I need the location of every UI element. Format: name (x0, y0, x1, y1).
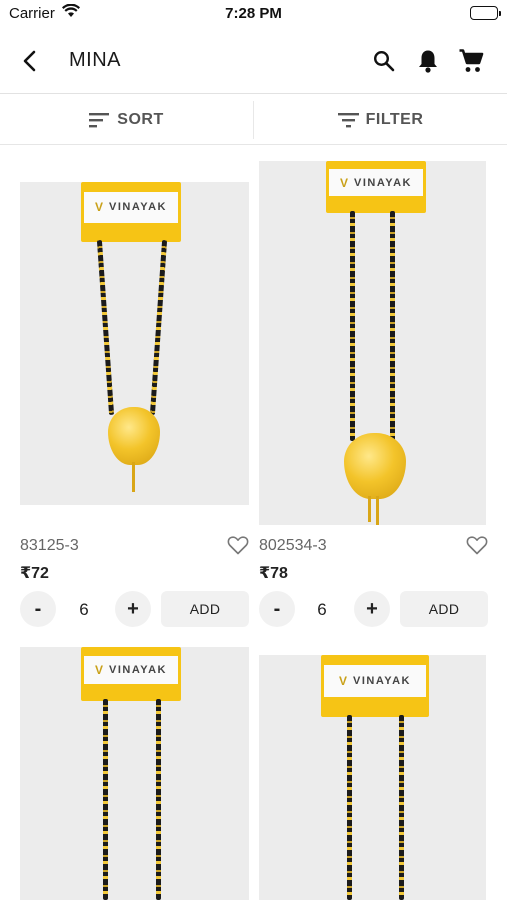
product-image[interactable]: V VINAYAK (259, 161, 486, 525)
brand-name: VINAYAK (353, 675, 411, 688)
chevron-left-icon (23, 50, 36, 72)
battery-icon (470, 6, 501, 20)
product-card[interactable]: V VINAYAK 802534-3 ₹78 - 6 + ADD (254, 145, 507, 635)
chain-right (156, 699, 161, 900)
cart-icon (459, 49, 484, 72)
product-image[interactable]: V VINAYAK (259, 655, 486, 900)
product-code: 83125-3 (20, 537, 79, 554)
filter-label: FILTER (365, 110, 424, 128)
cart-button[interactable] (457, 47, 485, 75)
back-button[interactable] (14, 46, 44, 76)
status-time: 7:28 PM (225, 5, 282, 22)
pendant (108, 407, 160, 465)
status-bar: Carrier 7:28 PM (0, 0, 507, 28)
pendant-drop (132, 462, 135, 492)
increase-qty-button[interactable]: + (354, 591, 390, 627)
brand-tag: V VINAYAK (81, 182, 181, 242)
brand-name: VINAYAK (109, 663, 167, 676)
chain-right (399, 715, 404, 900)
product-card[interactable]: V VINAYAK 83125-3 ₹72 - 6 + ADD (0, 145, 253, 635)
chain-left (350, 211, 355, 441)
product-card[interactable]: V VINAYAK (0, 647, 253, 900)
nav-bar: MINA (0, 28, 507, 94)
sort-button[interactable]: SORT (0, 95, 253, 144)
quantity-value: 6 (317, 600, 327, 619)
add-to-cart-button[interactable]: ADD (161, 591, 249, 627)
product-price: ₹78 (259, 565, 288, 582)
decrease-qty-button[interactable]: - (20, 591, 56, 627)
product-image[interactable]: V VINAYAK (20, 647, 249, 900)
sort-label: SORT (117, 110, 164, 128)
brand-tag: V VINAYAK (81, 647, 181, 701)
chain-right (149, 240, 168, 415)
heart-icon[interactable] (466, 535, 488, 555)
notifications-button[interactable] (414, 47, 442, 75)
brand-name: VINAYAK (109, 201, 167, 214)
chain-right (390, 211, 395, 441)
product-code: 802534-3 (259, 537, 327, 554)
brand-tag: V VINAYAK (321, 655, 429, 717)
product-card[interactable]: V VINAYAK (254, 647, 507, 900)
brand-tag: V VINAYAK (326, 161, 426, 213)
pendant (344, 433, 406, 499)
increase-qty-button[interactable]: + (115, 591, 151, 627)
product-price: ₹72 (20, 565, 49, 582)
filter-icon (337, 112, 359, 127)
chain-left (96, 240, 115, 415)
search-icon (373, 50, 395, 72)
page-title: MINA (69, 49, 121, 71)
product-image[interactable]: V VINAYAK (20, 182, 249, 505)
pendant-drop (368, 496, 371, 522)
bell-icon (419, 50, 437, 73)
sort-icon (89, 112, 110, 127)
add-to-cart-button[interactable]: ADD (400, 591, 488, 627)
heart-icon[interactable] (227, 535, 249, 555)
filter-button[interactable]: FILTER (254, 95, 507, 144)
chain-left (103, 699, 108, 900)
search-button[interactable] (370, 47, 398, 75)
pendant-drop (376, 496, 379, 525)
brand-name: VINAYAK (354, 176, 412, 189)
sort-filter-bar: SORT FILTER (0, 95, 507, 145)
decrease-qty-button[interactable]: - (259, 591, 295, 627)
product-grid: V VINAYAK 83125-3 ₹72 - 6 + ADD V VINAYAK (0, 145, 507, 900)
quantity-value: 6 (79, 600, 89, 619)
chain-left (347, 715, 352, 900)
